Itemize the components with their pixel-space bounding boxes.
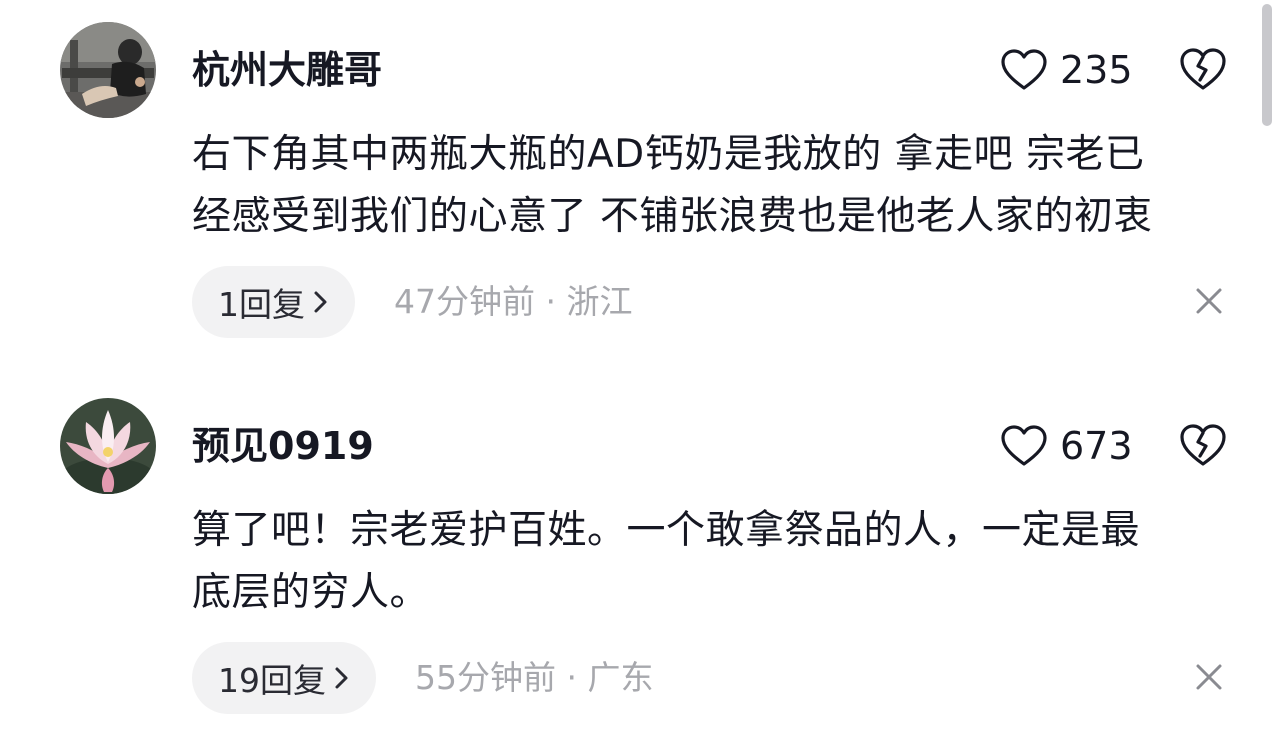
- heart-outline-icon[interactable]: [1000, 424, 1048, 468]
- view-replies-button[interactable]: 19回复: [192, 642, 376, 714]
- comment-text-line: 算了吧！宗老爱护百姓。一个敢拿祭品的人，一定是最: [192, 508, 1141, 553]
- meta-separator: ·: [545, 282, 557, 321]
- like-count: 235: [1060, 48, 1133, 92]
- comment-list: 杭州大雕哥 235 右下角其中两瓶大瓶的AD钙奶是我放的 拿走吧 宗老已 经感受…: [0, 0, 1280, 751]
- comment-location: 浙江: [566, 282, 633, 321]
- chevron-right-icon: [335, 667, 348, 689]
- username[interactable]: 杭州大雕哥: [192, 46, 382, 94]
- comment-time: 47分钟前: [394, 282, 535, 321]
- comment-text: 右下角其中两瓶大瓶的AD钙奶是我放的 拿走吧 宗老已 经感受到我们的心意了 不铺…: [192, 124, 1242, 248]
- broken-heart-icon[interactable]: [1178, 422, 1228, 468]
- comment-meta: 55分钟前 · 广东: [415, 656, 654, 700]
- heart-outline-icon[interactable]: [1000, 48, 1048, 92]
- broken-heart-icon[interactable]: [1178, 46, 1228, 92]
- view-replies-button[interactable]: 1回复: [192, 266, 355, 338]
- avatar-lotus-image: [60, 398, 156, 494]
- comment-text-line: 底层的穷人。: [192, 570, 430, 615]
- reply-count-label: 1回复: [218, 285, 305, 324]
- reply-count-label: 19回复: [218, 661, 326, 700]
- avatar[interactable]: [60, 398, 156, 494]
- avatar[interactable]: [60, 22, 156, 118]
- like-count: 673: [1060, 424, 1133, 468]
- comment-text-line: 经感受到我们的心意了 不铺张浪费也是他老人家的初衷: [192, 194, 1153, 239]
- comment-location: 广东: [587, 658, 654, 697]
- close-icon[interactable]: [1194, 662, 1224, 692]
- comment-time: 55分钟前: [415, 658, 556, 697]
- chevron-right-icon: [314, 291, 327, 313]
- comment-text: 算了吧！宗老爱护百姓。一个敢拿祭品的人，一定是最 底层的穷人。: [192, 500, 1242, 624]
- close-icon[interactable]: [1194, 286, 1224, 316]
- avatar-gym-image: [60, 22, 156, 118]
- scrollbar[interactable]: [1262, 4, 1272, 126]
- comment-meta: 47分钟前 · 浙江: [394, 280, 633, 324]
- username[interactable]: 预见0919: [192, 422, 374, 470]
- comment-text-line: 右下角其中两瓶大瓶的AD钙奶是我放的 拿走吧 宗老已: [192, 132, 1145, 177]
- meta-separator: ·: [566, 658, 578, 697]
